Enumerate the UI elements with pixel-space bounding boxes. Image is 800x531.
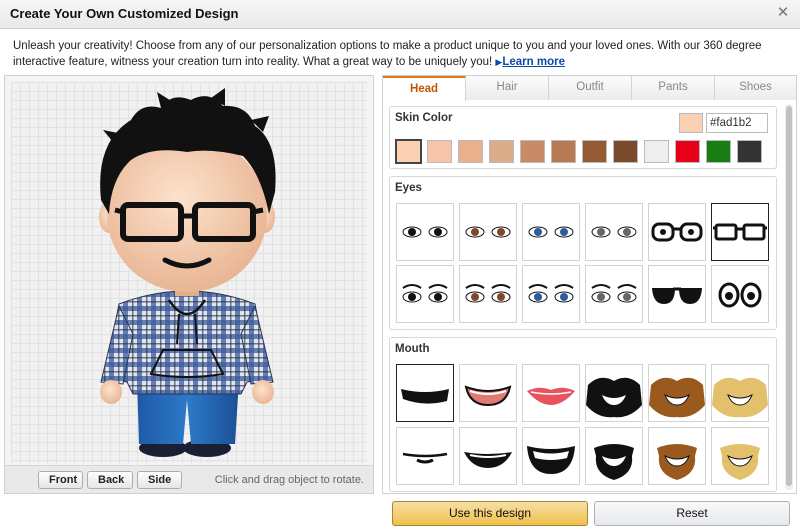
mouth-open-smile-icon[interactable] (459, 427, 517, 485)
skin-swatch[interactable] (458, 140, 483, 163)
eyes-blue-icon[interactable] (522, 203, 580, 261)
skin-color-title: Skin Color (395, 112, 453, 124)
beard-black-icon[interactable] (585, 364, 643, 422)
goatee-black-icon[interactable] (585, 427, 643, 485)
rotate-hint: Click and drag object to rotate. (214, 474, 364, 486)
front-view-button[interactable]: Front (38, 471, 83, 489)
mouth-lips-red-icon[interactable] (522, 364, 580, 422)
mouth-grin-pink-icon[interactable] (459, 364, 517, 422)
learn-more-link[interactable]: Learn more (502, 56, 565, 68)
avatar-canvas[interactable] (11, 82, 367, 463)
skin-swatch[interactable] (427, 140, 452, 163)
intro-text-block: Unleash your creativity! Choose from any… (13, 38, 783, 70)
tab-bar: Head Hair Outfit Pants Shoes (383, 76, 796, 101)
tab-hair[interactable]: Hair (466, 76, 549, 100)
eyes-lashes-brown-icon[interactable] (459, 265, 517, 323)
back-view-button[interactable]: Back (87, 471, 133, 489)
beard-brown-icon[interactable] (648, 364, 706, 422)
eyes-brown-icon[interactable] (459, 203, 517, 261)
side-view-button[interactable]: Side (137, 471, 182, 489)
intro-text: Unleash your creativity! Choose from any… (13, 40, 762, 68)
mouth-section: Mouth (389, 337, 777, 492)
eyes-lashes-blue-icon[interactable] (522, 265, 580, 323)
tab-head[interactable]: Head (383, 76, 466, 101)
eyes-black-icon[interactable] (396, 203, 454, 261)
hex-color-input[interactable] (706, 113, 768, 133)
eyes-gray-icon[interactable] (585, 203, 643, 261)
skin-swatch[interactable] (706, 140, 731, 163)
eyes-lashes-black-icon[interactable] (396, 265, 454, 323)
mouth-mustache-icon[interactable] (396, 427, 454, 485)
googly-eyes-icon[interactable] (711, 265, 769, 323)
tab-shoes[interactable]: Shoes (715, 76, 796, 100)
eyes-title: Eyes (395, 182, 422, 194)
customization-panel: Head Hair Outfit Pants Shoes Skin Color … (382, 75, 797, 494)
skin-swatch[interactable] (675, 140, 700, 163)
window-title: Create Your Own Customized Design (10, 6, 239, 21)
goatee-brown-icon[interactable] (648, 427, 706, 485)
use-design-button[interactable]: Use this design (392, 501, 588, 526)
avatar-figure[interactable] (11, 82, 367, 463)
scrollbar-thumb[interactable] (786, 106, 792, 486)
view-controls: Front Back Side Click and drag object to… (5, 465, 373, 493)
skin-swatch[interactable] (489, 140, 514, 163)
round-glasses-icon[interactable] (648, 203, 706, 261)
skin-swatch[interactable] (613, 140, 638, 163)
close-icon[interactable]: ✕ (774, 4, 792, 22)
skin-swatch[interactable] (582, 140, 607, 163)
skin-swatch[interactable] (737, 140, 762, 163)
mouth-title: Mouth (395, 343, 430, 355)
panel-scrollbar[interactable] (785, 104, 793, 490)
skin-swatch[interactable] (520, 140, 545, 163)
skin-swatch[interactable] (644, 140, 669, 163)
mouth-big-grin-icon[interactable] (522, 427, 580, 485)
skin-swatch[interactable] (551, 140, 576, 163)
goatee-blonde-icon[interactable] (711, 427, 769, 485)
avatar-preview-panel: Front Back Side Click and drag object to… (4, 75, 374, 494)
title-bar: Create Your Own Customized Design ✕ (0, 0, 800, 29)
square-glasses-icon[interactable] (711, 203, 769, 261)
skin-swatch[interactable] (395, 139, 422, 164)
eyes-lashes-gray-icon[interactable] (585, 265, 643, 323)
sunglasses-icon[interactable] (648, 265, 706, 323)
skin-color-section: Skin Color (389, 106, 777, 169)
tab-pants[interactable]: Pants (632, 76, 715, 100)
beard-blonde-icon[interactable] (711, 364, 769, 422)
mouth-smile-black-icon[interactable] (396, 364, 454, 422)
current-color-preview (679, 113, 703, 133)
eyes-section: Eyes (389, 176, 777, 330)
reset-button[interactable]: Reset (594, 501, 790, 526)
tab-outfit[interactable]: Outfit (549, 76, 632, 100)
